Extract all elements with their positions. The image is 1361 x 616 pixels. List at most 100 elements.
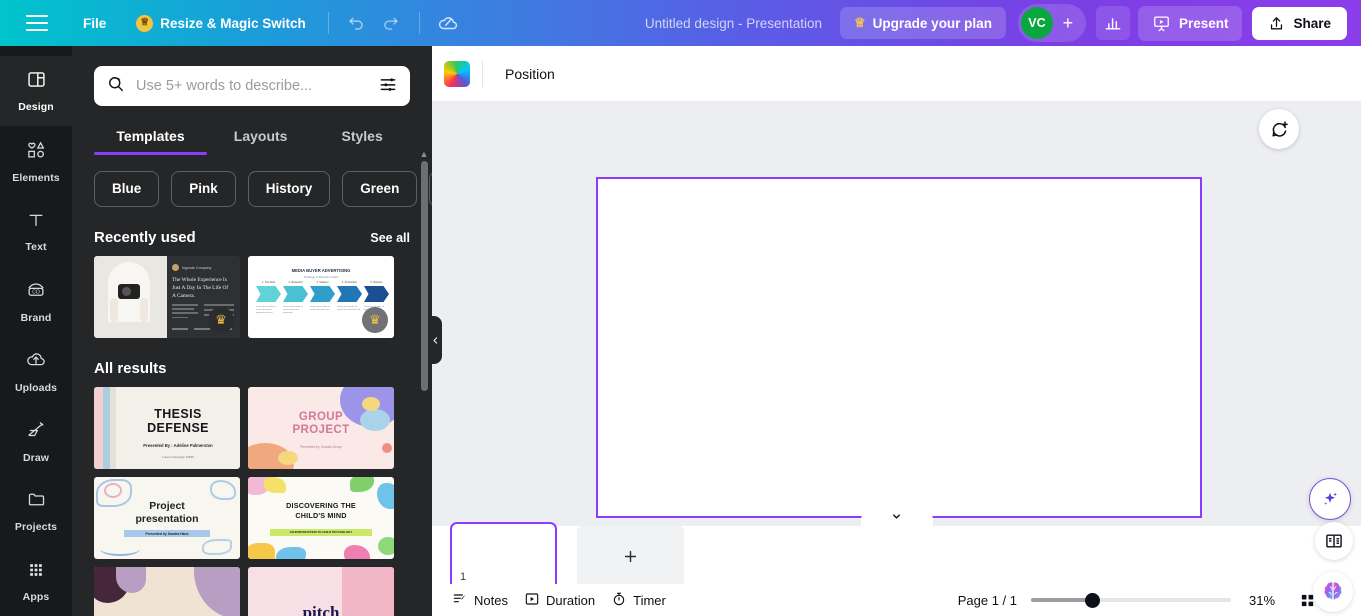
file-menu-label: File — [83, 15, 107, 31]
rainbow-color-swatch[interactable] — [444, 60, 470, 87]
panel-collapse-button[interactable] — [428, 316, 442, 364]
page-number: 1 — [460, 571, 467, 583]
zoom-fill — [1031, 598, 1091, 602]
scroll-up-arrow[interactable]: ▲ — [418, 148, 430, 160]
slide-canvas[interactable] — [596, 177, 1202, 518]
notes-label: Notes — [474, 592, 508, 608]
ai-brain-icon[interactable] — [1313, 572, 1353, 612]
add-page-button[interactable] — [577, 525, 684, 587]
sidebar-item-design[interactable]: Design — [0, 56, 72, 126]
page-indicator: Page 1 / 1 — [957, 592, 1017, 608]
sidebar-item-text[interactable]: Text — [0, 196, 72, 266]
timer-label: Timer — [633, 592, 666, 608]
avatar[interactable]: VC — [1020, 7, 1053, 39]
search-input[interactable] — [136, 78, 368, 94]
zoom-knob[interactable] — [1085, 593, 1100, 608]
crown-icon: ♕ — [854, 15, 866, 30]
sidebar-item-draw[interactable]: Draw — [0, 406, 72, 476]
template-card[interactable]: DISCOVERING THE CHILD'S MIND AN INTRODUC… — [248, 477, 394, 559]
sidebar-item-uploads[interactable]: Uploads — [0, 336, 72, 406]
template-line1: THESIS — [154, 407, 202, 421]
document-title[interactable]: Untitled design - Presentation — [633, 9, 834, 38]
template-line1: DISCOVERING THE — [286, 501, 356, 510]
upgrade-plan-button[interactable]: ♕ Upgrade your plan — [840, 7, 1006, 39]
chip-history[interactable]: History — [247, 171, 331, 207]
template-card[interactable]: Project presentation Presented by Sandra… — [94, 477, 240, 559]
upgrade-label: Upgrade your plan — [872, 15, 992, 31]
template-card[interactable]: MEDIA BUYER ADVERTISING Strategy & Direc… — [248, 256, 394, 338]
template-card[interactable]: Ingoude Company The Whole Experience Is … — [94, 256, 240, 338]
present-button[interactable]: Present — [1137, 5, 1243, 41]
tab-templates[interactable]: Templates — [94, 120, 207, 155]
notes-button[interactable]: Notes — [444, 587, 516, 614]
canvas-area[interactable] — [432, 102, 1361, 526]
template-line1: Project — [149, 500, 185, 512]
panel-tabs: Templates Layouts Styles — [94, 120, 410, 155]
template-card[interactable]: THESIS DEFENSE Presented By : Adeline Pa… — [94, 387, 240, 469]
toolbar-divider — [482, 60, 483, 87]
template-footer: Lorem University 13636 — [162, 455, 194, 459]
sidebar-item-label: Brand — [20, 311, 52, 324]
chevron-right-icon[interactable] — [429, 171, 432, 207]
notes-icon — [452, 591, 468, 610]
template-card[interactable]: pitch — [248, 567, 394, 616]
position-button[interactable]: Position — [495, 60, 565, 88]
brand-icon: CO — [25, 279, 47, 306]
sidebar-item-label: Elements — [12, 171, 60, 184]
tab-layouts[interactable]: Layouts — [207, 120, 314, 155]
filter-sliders-icon[interactable] — [378, 74, 398, 99]
timer-icon — [611, 591, 627, 610]
zoom-slider[interactable] — [1031, 593, 1231, 608]
bar-chart-icon[interactable] — [1095, 6, 1130, 40]
uploads-icon — [25, 349, 47, 376]
template-line2: DEFENSE — [147, 421, 209, 436]
template-line2: presentation — [135, 512, 199, 525]
svg-text:CO: CO — [32, 289, 40, 295]
panel-scrollbar[interactable] — [421, 161, 428, 391]
see-all-link[interactable]: See all — [370, 231, 410, 245]
add-member-button[interactable]: + — [1053, 8, 1083, 38]
top-bar: File ♕ Resize & Magic Switch Untitled de… — [0, 0, 1361, 46]
timer-button[interactable]: Timer — [603, 587, 674, 614]
editor-area: Position 1 — [432, 46, 1361, 616]
left-rail: Design Elements Text CO Brand Uploads Dr… — [0, 46, 72, 616]
hamburger-icon[interactable] — [26, 15, 48, 31]
collaborators: VC + — [1017, 4, 1086, 42]
duration-label: Duration — [545, 592, 596, 608]
template-card[interactable]: GROUP PROJECT Presented by Socialo Group — [248, 387, 394, 469]
sidebar-item-label: Projects — [14, 521, 58, 533]
redo-icon[interactable] — [374, 6, 408, 40]
file-menu-button[interactable]: File — [72, 9, 117, 38]
pages-strip: 1 — [432, 522, 1361, 590]
template-line1: GROUP — [298, 411, 344, 423]
duration-button[interactable]: Duration — [516, 587, 603, 614]
object-toolbar: Position — [432, 46, 1361, 102]
cloud-saved-icon[interactable] — [431, 6, 465, 40]
crown-icon: ♕ — [136, 14, 154, 32]
chip-green[interactable]: Green — [342, 171, 418, 207]
share-button[interactable]: Share — [1252, 6, 1347, 40]
sidebar-item-brand[interactable]: CO Brand — [0, 266, 72, 336]
undo-icon[interactable] — [340, 6, 374, 40]
add-comment-icon[interactable] — [1259, 109, 1299, 149]
toolbar-divider-2 — [418, 12, 420, 34]
zoom-percent[interactable]: 31% — [1249, 593, 1283, 608]
page-thumbnail-1[interactable]: 1 — [450, 522, 557, 590]
sidebar-item-apps[interactable]: Apps — [0, 546, 72, 616]
tab-styles[interactable]: Styles — [314, 120, 410, 155]
pro-crown-icon: ♛ — [208, 307, 234, 333]
open-book-icon[interactable] — [1315, 522, 1353, 560]
projects-icon — [26, 489, 47, 515]
magic-search-icon — [106, 74, 126, 99]
sidebar-item-label: Apps — [22, 590, 50, 603]
template-card[interactable]: THESIS — [94, 567, 240, 616]
chip-blue[interactable]: Blue — [94, 171, 160, 207]
resize-magic-switch-button[interactable]: ♕ Resize & Magic Switch — [125, 8, 317, 39]
chip-pink[interactable]: Pink — [171, 171, 236, 207]
magic-sparkle-icon[interactable] — [1309, 478, 1351, 520]
sidebar-item-elements[interactable]: Elements — [0, 126, 72, 196]
sidebar-item-projects[interactable]: Projects — [0, 476, 72, 546]
recently-used-header: Recently used See all — [94, 229, 410, 246]
chevron-down-icon[interactable] — [860, 510, 933, 526]
toolbar-divider-1 — [327, 12, 329, 34]
